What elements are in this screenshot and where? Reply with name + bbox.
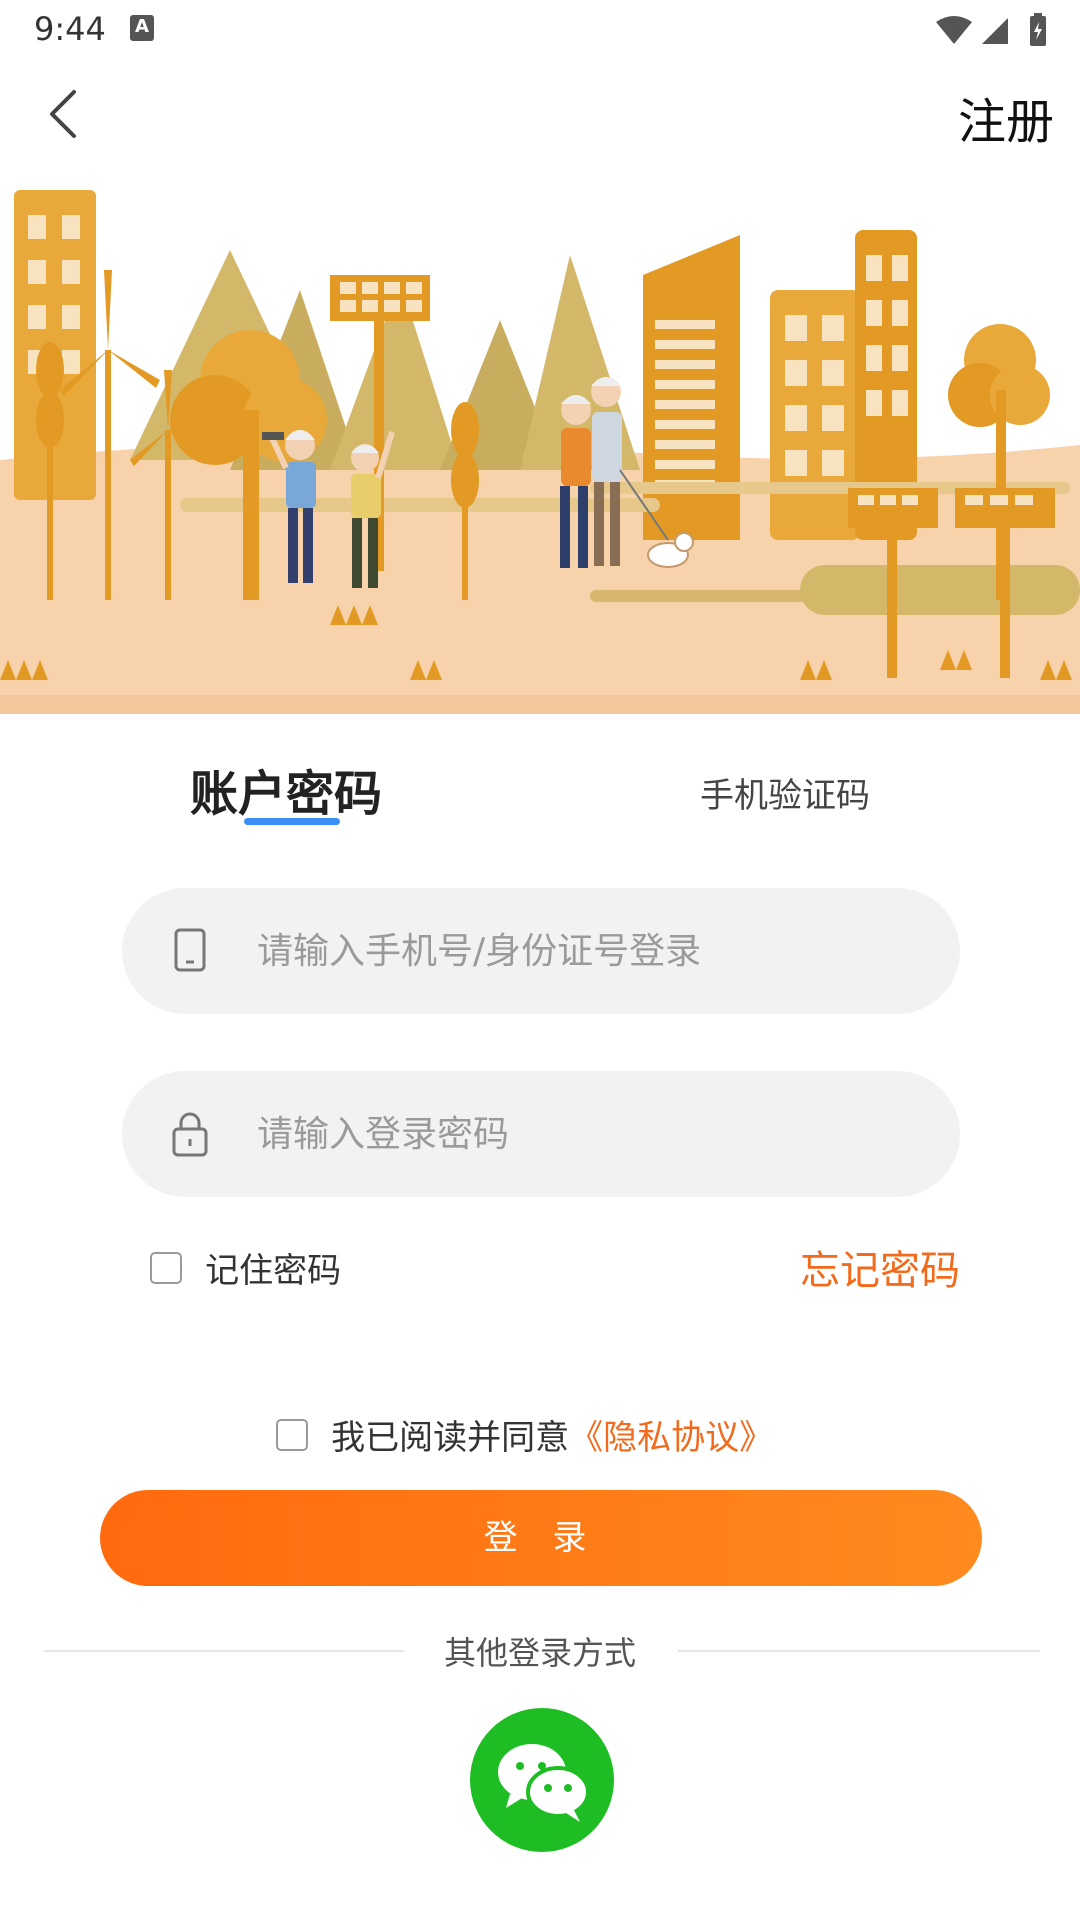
status-bar: 9:44 A <box>0 0 1080 60</box>
agreement-checkbox[interactable] <box>276 1418 308 1451</box>
login-button[interactable]: 登 录 <box>100 1490 982 1586</box>
password-field[interactable] <box>122 1071 960 1197</box>
signal-icon <box>982 18 1008 44</box>
forgot-password-link[interactable]: 忘记密码 <box>800 1238 960 1296</box>
status-time: 9:44 <box>34 10 106 48</box>
register-button[interactable]: 注册 <box>958 82 1054 152</box>
other-login-label: 其他登录方式 <box>443 1634 636 1672</box>
remember-password-row: 记住密码 <box>150 1243 341 1293</box>
tab-sms-code[interactable]: 手机验证码 <box>700 768 870 817</box>
wifi-icon <box>936 16 972 44</box>
login-tabs: 账户密码 手机验证码 <box>0 714 1080 834</box>
city-park-illustration <box>0 170 1080 714</box>
tab-active-indicator <box>244 818 340 825</box>
remember-password-label[interactable]: 记住密码 <box>205 1243 341 1292</box>
status-icons <box>936 13 1046 46</box>
back-icon[interactable] <box>34 82 98 146</box>
agreement-row: 我已阅读并同意《隐私协议》 <box>276 1410 773 1460</box>
agreement-text: 我已阅读并同意 <box>331 1418 570 1458</box>
password-input[interactable] <box>257 1071 907 1197</box>
hero-illustration <box>0 170 1080 714</box>
lock-icon <box>172 1112 208 1157</box>
wechat-login-button[interactable] <box>470 1708 614 1852</box>
app-bar: 注册 <box>0 60 1080 170</box>
tab-account-password[interactable]: 账户密码 <box>190 754 382 824</box>
privacy-policy-link[interactable]: 《隐私协议》 <box>569 1410 773 1459</box>
phone-input[interactable] <box>257 888 907 1014</box>
remember-password-checkbox[interactable] <box>150 1251 182 1284</box>
wechat-icon <box>498 1744 590 1822</box>
phone-icon <box>174 928 206 972</box>
phone-field[interactable] <box>122 888 960 1014</box>
notification-a-icon: A <box>130 15 154 41</box>
